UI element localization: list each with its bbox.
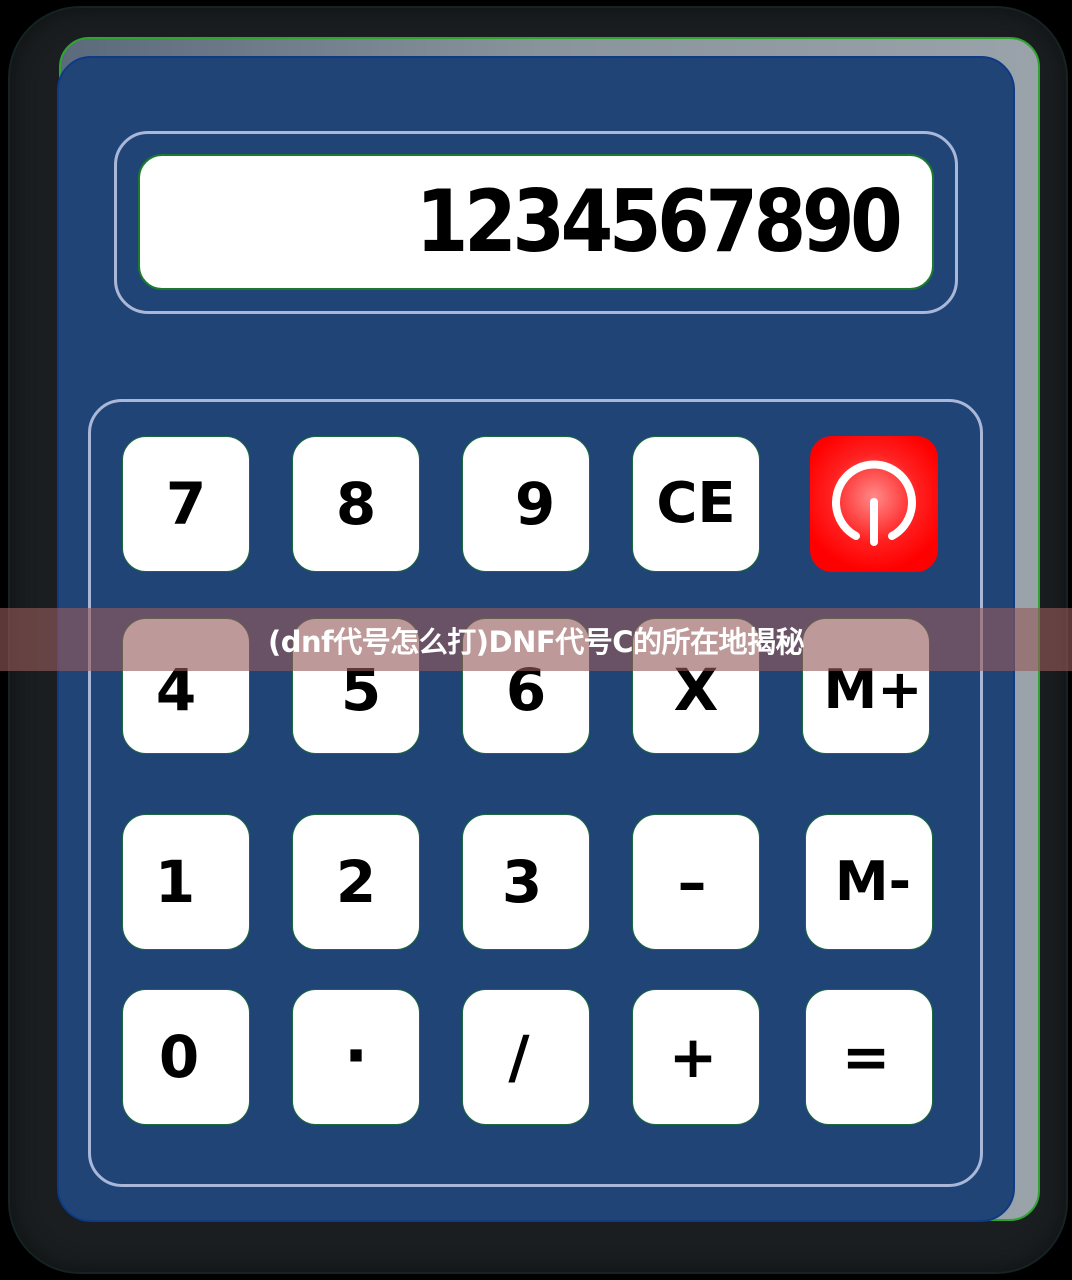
key-decimal[interactable]: · <box>292 989 420 1125</box>
key-equals[interactable]: = <box>805 989 933 1125</box>
key-label: = <box>841 1023 891 1091</box>
key-1[interactable]: 1 <box>122 814 250 950</box>
banner-title: (dnf代号怎么打)DNF代号C的所在地揭秘 <box>268 624 804 659</box>
key-memory-subtract[interactable]: M- <box>805 814 933 950</box>
key-label: · <box>343 1020 369 1094</box>
power-icon <box>832 460 916 546</box>
display-screen: 1234567890 <box>138 154 934 290</box>
key-label: 2 <box>335 848 377 916</box>
display-value: 1234567890 <box>415 172 902 272</box>
key-label: 1 <box>154 848 196 916</box>
key-label: – <box>677 848 707 916</box>
key-2[interactable]: 2 <box>292 814 420 950</box>
key-label: M- <box>834 850 912 913</box>
power-button[interactable] <box>810 436 938 572</box>
key-label: M+ <box>823 658 923 721</box>
key-label: 0 <box>158 1023 200 1091</box>
key-9[interactable]: 9 <box>462 436 590 572</box>
key-3[interactable]: 3 <box>462 814 590 950</box>
key-label: CE <box>656 471 736 536</box>
key-label: 8 <box>335 470 377 538</box>
key-label: / <box>508 1023 530 1091</box>
key-0[interactable]: 0 <box>122 989 250 1125</box>
key-add[interactable]: + <box>632 989 760 1125</box>
key-label: 7 <box>165 470 207 538</box>
key-label: + <box>668 1023 718 1091</box>
key-label: 9 <box>514 470 556 538</box>
key-subtract[interactable]: – <box>632 814 760 950</box>
key-divide[interactable]: / <box>462 989 590 1125</box>
key-8[interactable]: 8 <box>292 436 420 572</box>
key-7[interactable]: 7 <box>122 436 250 572</box>
key-clear-entry[interactable]: CE <box>632 436 760 572</box>
key-label: 3 <box>501 848 543 916</box>
title-banner: (dnf代号怎么打)DNF代号C的所在地揭秘 <box>0 608 1072 671</box>
